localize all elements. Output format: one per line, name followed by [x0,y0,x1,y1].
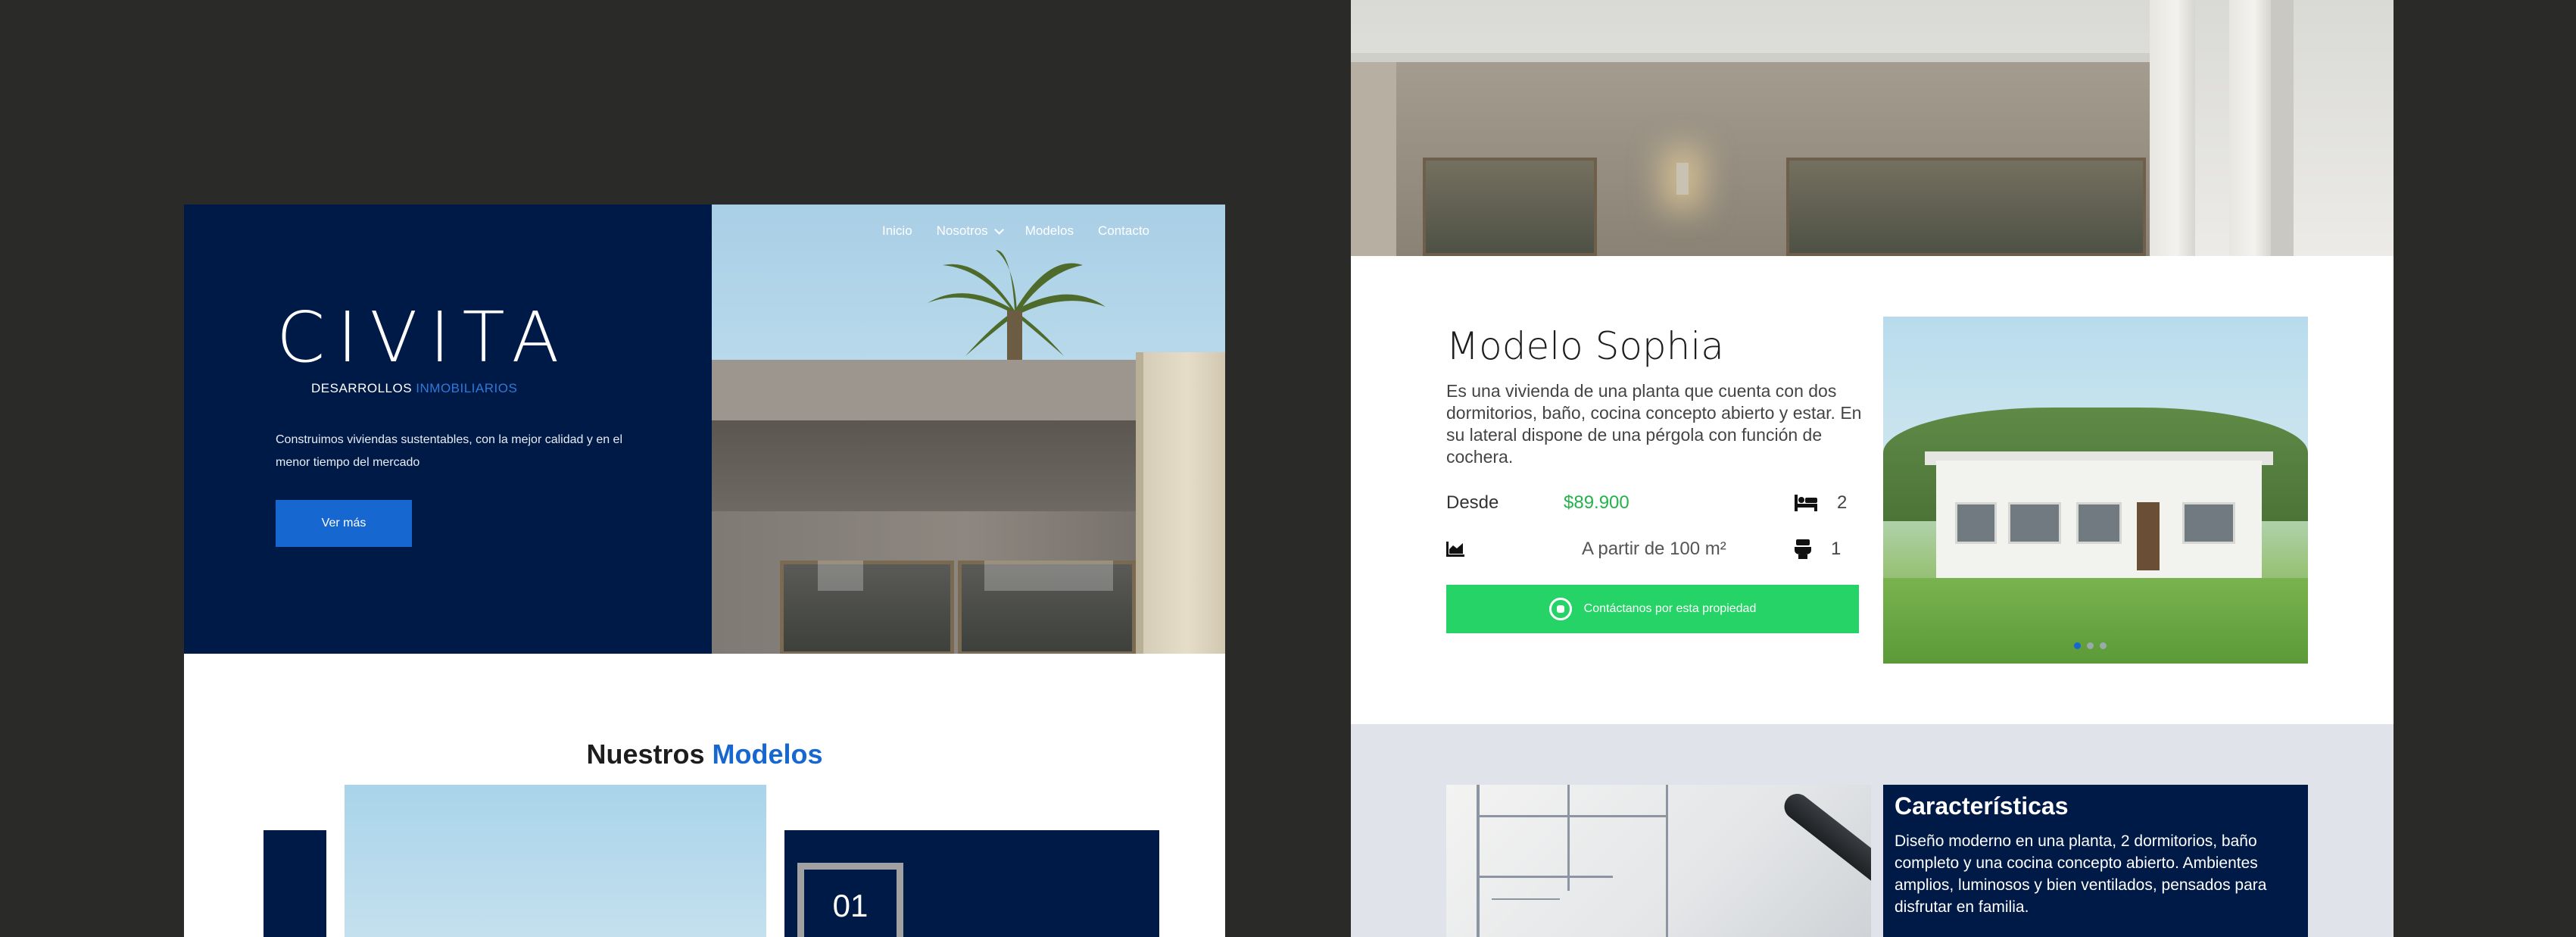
bed-icon [1795,495,1817,511]
price-label: Desde [1446,492,1499,513]
area-icon [1446,542,1464,557]
bathrooms-stat: 1 [1795,539,1841,560]
nav-item-inicio[interactable]: Inicio [882,223,912,239]
logo-subtitle: DESARROLLOS INMOBILIARIOS [311,381,517,396]
features-card: Características Diseño moderno en una pl… [1883,785,2308,937]
model-header-photo [1351,0,2394,256]
nav-item-modelos[interactable]: Modelos [1025,223,1074,239]
lawn [1883,578,2308,664]
carousel-dot[interactable] [2074,642,2081,649]
hero-section: CIVITA DESARROLLOS INMOBILIARIOS Constru… [184,205,1225,654]
price-row: Desde $89.900 2 [1446,488,1859,518]
facade-window [1423,158,1597,256]
hero-description: Construimos viviendas sustentables, con … [276,433,623,469]
nav-item-nosotros[interactable]: Nosotros [936,223,1004,239]
whatsapp-contact-button[interactable]: Contáctanos por esta propiedad [1446,585,1859,633]
model-title: Modelo Sophia [1446,324,1724,368]
nav-item-nosotros-label: Nosotros [936,223,988,238]
features-title: Características [1895,792,2069,820]
house-window [780,561,954,654]
pen-illustration [1779,789,1871,898]
blueprint-line [1477,815,1666,817]
house-window [2008,502,2061,544]
models-title-accent: Modelos [712,739,823,770]
building-shadow [712,420,1136,511]
models-title-main: Nuestros [586,739,705,770]
model-card-info[interactable]: 01 [784,830,1159,937]
wall-lamp [1676,163,1689,195]
carousel-dots [2074,642,2107,649]
facade-window [1786,158,2146,256]
area-row: A partir de 100 m² 1 [1446,534,1859,564]
building-top [712,360,1136,420]
blueprint-line [1567,785,1570,891]
house-window [1955,502,1997,544]
model-gallery-photo[interactable] [1883,317,2308,664]
carousel-dot[interactable] [2087,642,2094,649]
nav-item-contacto[interactable]: Contacto [1098,223,1149,239]
house-door [2137,502,2160,570]
facade-pillar [2150,0,2195,256]
hero-brand-panel: CIVITA DESARROLLOS INMOBILIARIOS Constru… [184,205,712,654]
carousel-dot[interactable] [2100,642,2107,649]
model-card-photo[interactable] [345,785,766,937]
chevron-down-icon [993,224,1004,235]
bathrooms-count: 1 [1831,539,1842,559]
main-nav: Inicio Nosotros Modelos Contacto [882,205,1149,258]
facade-eave [1351,53,2150,62]
hero-house-photo: Inicio Nosotros Modelos Contacto [712,205,1225,654]
ver-mas-button[interactable]: Ver más [276,500,412,547]
facade-wall [1351,62,1396,256]
blueprint-line [1666,785,1668,937]
bedrooms-count: 2 [1837,492,1848,513]
area-value: A partir de 100 m² [1582,539,1726,559]
window-reflection [984,561,1113,591]
house-window [2076,502,2122,544]
home-page-mockup: CIVITA DESARROLLOS INMOBILIARIOS Constru… [184,205,1225,937]
house-window [2182,502,2235,544]
model-description: Es una vivienda de una planta que cuenta… [1446,381,1862,467]
features-text: Diseño moderno en una planta, 2 dormitor… [1895,832,2267,916]
model-detail-page-mockup: Modelo Sophia Es una vivienda de una pla… [1351,0,2394,937]
price-value: $89.900 [1564,492,1629,513]
whatsapp-button-label: Contáctanos por esta propiedad [1583,602,1757,615]
facade-pillar-shadow [2271,0,2294,256]
models-section-title: Nuestros Modelos [184,739,1225,770]
blueprint-photo [1446,785,1871,937]
blueprint-line [1477,876,1613,878]
toilet-icon [1795,539,1811,559]
model-number-badge: 01 [797,863,903,937]
blueprint-line [1492,898,1560,900]
blueprint-line [1477,785,1480,937]
facade-pillar [2229,0,2271,256]
bedrooms-stat: 2 [1795,492,1847,514]
building-column [1143,352,1225,654]
carousel-prev-card [264,830,326,937]
logo-subtitle-main: DESARROLLOS [311,381,413,395]
whatsapp-icon [1548,598,1572,620]
window-reflection [818,561,863,591]
logo-subtitle-accent: INMOBILIARIOS [416,381,518,395]
logo-wordmark[interactable]: CIVITA [276,303,571,373]
